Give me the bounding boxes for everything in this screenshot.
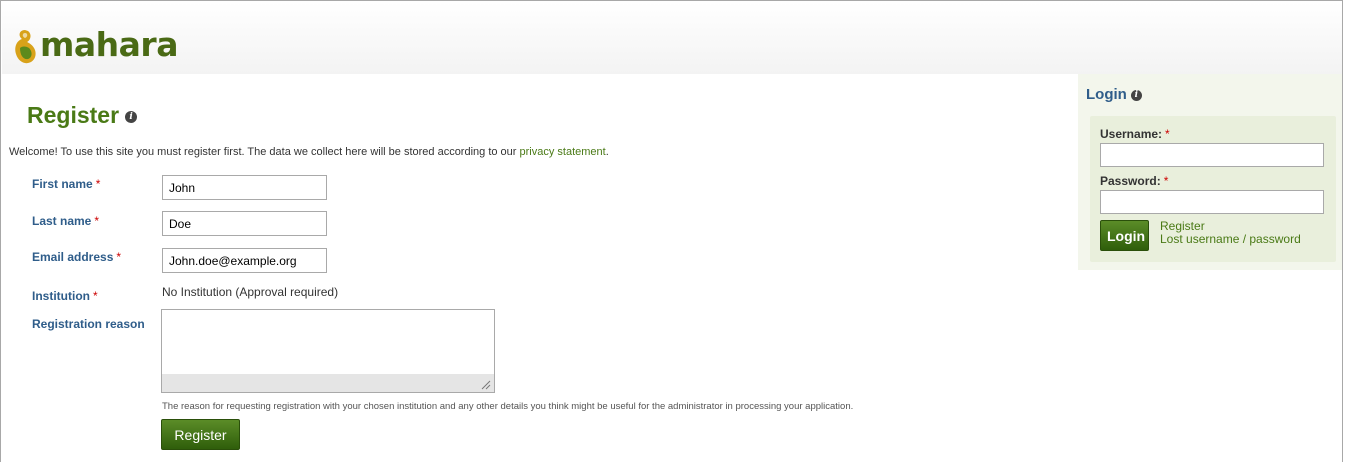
- last-name-label-text: Last name: [32, 214, 92, 228]
- login-title-text: Login: [1086, 86, 1127, 103]
- last-name-label: Last name *: [32, 214, 99, 228]
- registration-reason-textarea[interactable]: [161, 309, 495, 393]
- login-button[interactable]: Login: [1100, 220, 1149, 251]
- required-marker: *: [92, 289, 98, 303]
- site-header: mahara: [2, 2, 1342, 74]
- login-links: Register Lost username / password: [1160, 220, 1301, 246]
- required-marker: *: [116, 250, 122, 264]
- page-frame: mahara Register i Welcome! To use this si…: [0, 0, 1343, 463]
- institution-value: No Institution (Approval required): [162, 285, 339, 299]
- login-sidebar: Login i Username: * Password: * Login Regis…: [1078, 74, 1342, 463]
- mahara-logo-icon: [15, 30, 36, 64]
- main-content: Register i Welcome! To use this site you …: [2, 74, 1077, 463]
- login-panel: Login i Username: * Password: * Login Regis…: [1078, 74, 1342, 270]
- intro-text: Welcome! To use this site you must regis…: [9, 146, 609, 158]
- first-name-input[interactable]: [162, 175, 327, 200]
- username-label: Username: *: [1100, 127, 1170, 141]
- password-label-text: Password:: [1100, 174, 1161, 188]
- page-title-text: Register: [27, 102, 120, 128]
- password-input[interactable]: [1100, 190, 1324, 214]
- username-label-text: Username:: [1100, 127, 1163, 141]
- last-name-input[interactable]: [162, 211, 327, 236]
- institution-label: Institution *: [32, 289, 98, 303]
- login-form: Username: * Password: * Login Register Los…: [1090, 116, 1336, 262]
- required-marker: *: [1163, 174, 1169, 188]
- username-input[interactable]: [1100, 143, 1324, 167]
- privacy-statement-link[interactable]: privacy statement: [520, 146, 606, 158]
- required-marker: *: [95, 177, 101, 191]
- info-icon[interactable]: i: [1130, 89, 1142, 101]
- login-title: Login i: [1086, 86, 1142, 103]
- email-label: Email address *: [32, 250, 121, 264]
- first-name-label-text: First name: [32, 177, 93, 191]
- intro-prefix: Welcome! To use this site you must regis…: [9, 146, 520, 158]
- lost-password-link[interactable]: Lost username / password: [1160, 233, 1301, 246]
- intro-suffix: .: [605, 146, 609, 158]
- registration-reason-label: Registration reason: [32, 317, 145, 331]
- first-name-label: First name *: [32, 177, 100, 191]
- email-input[interactable]: [162, 248, 327, 273]
- required-marker: *: [1165, 127, 1170, 141]
- resize-grip-icon[interactable]: [481, 380, 491, 390]
- page-title: Register i: [27, 102, 138, 129]
- email-label-text: Email address: [32, 250, 114, 264]
- site-logo[interactable]: mahara: [12, 28, 178, 74]
- registration-reason-help: The reason for requesting registration w…: [162, 401, 854, 412]
- required-marker: *: [94, 214, 100, 228]
- institution-label-text: Institution: [32, 289, 90, 303]
- password-label: Password: *: [1100, 174, 1168, 188]
- register-button[interactable]: Register: [161, 419, 240, 450]
- textarea-footer: [162, 374, 494, 392]
- logo-wordmark: mahara: [40, 25, 178, 64]
- info-icon[interactable]: i: [125, 110, 138, 123]
